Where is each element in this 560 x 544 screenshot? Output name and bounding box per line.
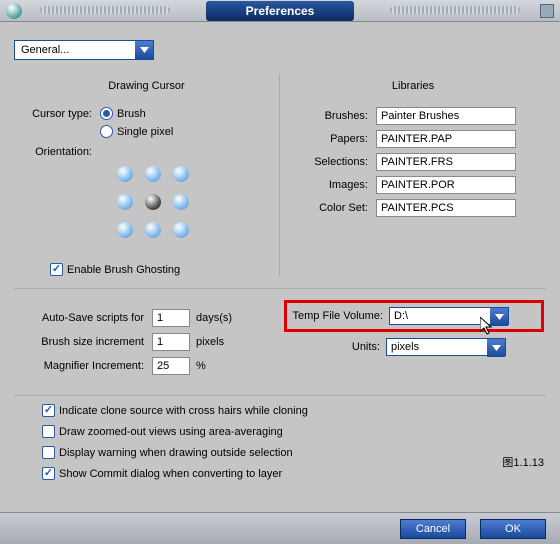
- titlebar: Preferences: [0, 0, 560, 22]
- category-select[interactable]: General...: [14, 40, 154, 60]
- commit-dialog-label: Show Commit dialog when converting to la…: [59, 468, 282, 480]
- tempvolume-label: Temp File Volume:: [291, 310, 389, 322]
- autosave-label: Auto-Save scripts for: [22, 312, 152, 324]
- warn-outside-label: Display warning when drawing outside sel…: [59, 447, 293, 459]
- clone-hairs-label: Indicate clone source with cross hairs w…: [59, 405, 308, 417]
- orient-se[interactable]: [173, 222, 189, 238]
- orient-s[interactable]: [145, 222, 161, 238]
- radio-single-pixel-label: Single pixel: [117, 126, 173, 138]
- papers-field[interactable]: [376, 130, 516, 148]
- figure-label: 图1.1.13: [502, 454, 544, 470]
- brushinc-field[interactable]: [152, 333, 190, 351]
- orient-nw[interactable]: [117, 166, 133, 182]
- brushes-field[interactable]: [376, 107, 516, 125]
- colorset-label: Color Set:: [288, 202, 376, 214]
- papers-label: Papers:: [288, 133, 376, 145]
- images-label: Images:: [288, 179, 376, 191]
- chevron-down-icon[interactable]: [490, 308, 508, 326]
- radio-brush[interactable]: [100, 107, 113, 120]
- orient-center[interactable]: [145, 194, 161, 210]
- maginc-unit: %: [190, 360, 206, 372]
- app-icon: [6, 3, 22, 19]
- selections-field[interactable]: [376, 153, 516, 171]
- brushes-label: Brushes:: [288, 110, 376, 122]
- cancel-button[interactable]: Cancel: [400, 519, 466, 539]
- tempvolume-value: D:\: [390, 308, 490, 324]
- brushinc-unit: pixels: [190, 336, 224, 348]
- libraries-heading: Libraries: [288, 74, 538, 102]
- autosave-unit: days(s): [190, 312, 232, 324]
- autosave-field[interactable]: [152, 309, 190, 327]
- chevron-down-icon[interactable]: [135, 41, 153, 59]
- chevron-down-icon[interactable]: [487, 339, 505, 357]
- zoomed-out-label: Draw zoomed-out views using area-averagi…: [59, 426, 283, 438]
- dialog-footer: Cancel OK: [0, 512, 560, 544]
- checkbox-commit-dialog[interactable]: [42, 467, 55, 480]
- checkbox-clone-hairs[interactable]: [42, 404, 55, 417]
- ok-button[interactable]: OK: [480, 519, 546, 539]
- close-icon[interactable]: [540, 4, 554, 18]
- checkbox-zoomed-out[interactable]: [42, 425, 55, 438]
- orient-e[interactable]: [173, 194, 189, 210]
- units-value: pixels: [387, 339, 487, 355]
- colorset-field[interactable]: [376, 199, 516, 217]
- orient-ne[interactable]: [173, 166, 189, 182]
- orientation-label: Orientation:: [22, 146, 100, 158]
- cursor-type-label: Cursor type:: [22, 108, 100, 120]
- checkbox-enable-ghosting[interactable]: [50, 263, 63, 276]
- maginc-field[interactable]: [152, 357, 190, 375]
- orientation-selector[interactable]: [114, 163, 271, 241]
- checkbox-warn-outside[interactable]: [42, 446, 55, 459]
- enable-ghosting-label: Enable Brush Ghosting: [67, 264, 180, 276]
- units-label: Units:: [288, 341, 386, 353]
- orient-sw[interactable]: [117, 222, 133, 238]
- drawing-cursor-heading: Drawing Cursor: [22, 74, 271, 102]
- maginc-label: Magnifier Increment:: [22, 360, 152, 372]
- tempvolume-select[interactable]: D:\: [389, 307, 509, 325]
- units-select[interactable]: pixels: [386, 338, 506, 356]
- selections-label: Selections:: [288, 156, 376, 168]
- orient-n[interactable]: [145, 166, 161, 182]
- radio-brush-label: Brush: [117, 108, 146, 120]
- brushinc-label: Brush size increment: [22, 336, 152, 348]
- images-field[interactable]: [376, 176, 516, 194]
- radio-single-pixel[interactable]: [100, 125, 113, 138]
- window-title: Preferences: [206, 1, 355, 21]
- orient-w[interactable]: [117, 194, 133, 210]
- category-value: General...: [15, 44, 135, 56]
